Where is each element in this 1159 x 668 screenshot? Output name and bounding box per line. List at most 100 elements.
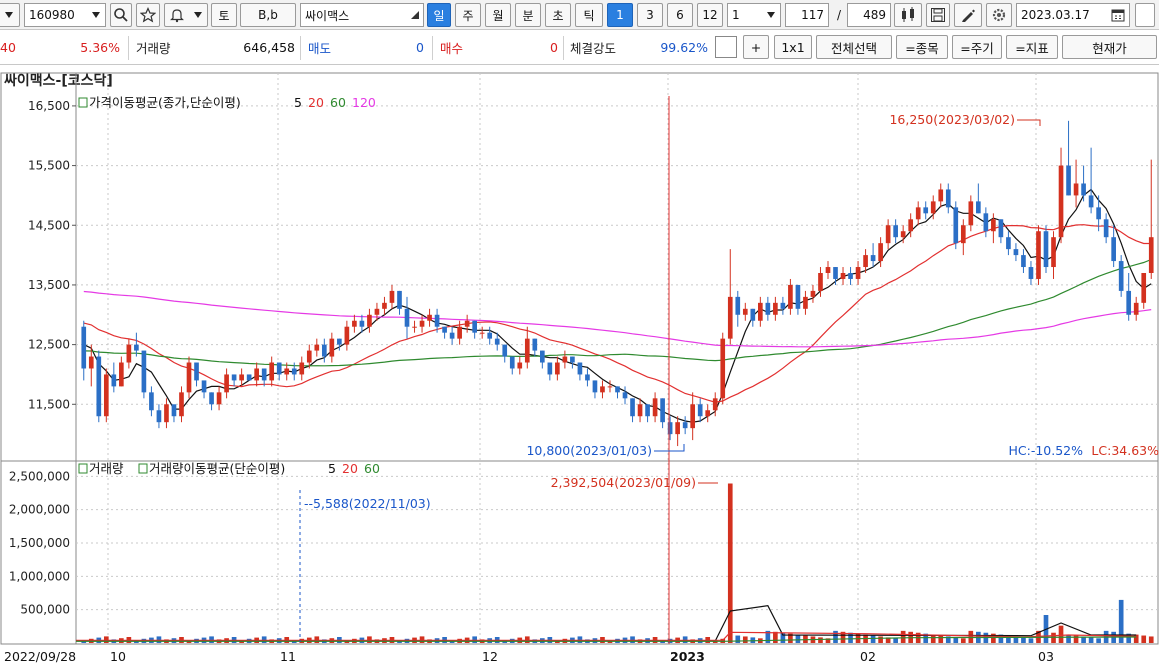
volume-bar — [1058, 625, 1064, 643]
ma-legend-item: 120 — [352, 95, 376, 110]
quick-num-6[interactable]: 6 — [667, 3, 693, 27]
alarm-button[interactable] — [164, 3, 208, 27]
chart-option-checkbox[interactable] — [715, 36, 737, 58]
volume-bar — [156, 636, 162, 643]
quick-num-12[interactable]: 12 — [697, 3, 723, 27]
candle-body — [382, 302, 387, 309]
period-minute[interactable]: 분 — [515, 3, 541, 27]
stock-code-input[interactable]: 160980 — [24, 3, 106, 27]
total-value: 489 — [863, 8, 886, 22]
candle-body — [630, 398, 635, 417]
candle-body — [291, 368, 297, 375]
candle-body — [337, 338, 342, 345]
cycle-button[interactable]: =주기 — [952, 35, 1002, 59]
select-all-button[interactable]: 전체선택 — [816, 35, 892, 59]
total-input[interactable]: 489 — [847, 3, 891, 27]
lc-annotation: LC:34.63% — [1091, 443, 1159, 458]
stock-name-value: 싸이맥스 — [305, 8, 350, 23]
vol-ma-legend-item: 5 — [328, 461, 336, 476]
candle-body — [329, 338, 335, 357]
indicator-button[interactable]: =지표 — [1006, 35, 1058, 59]
save-button[interactable] — [926, 3, 950, 27]
plus-button[interactable]: + — [743, 35, 769, 59]
volume-tick-label: 2,500,000 — [9, 469, 70, 483]
stock-code-value: 160980 — [29, 8, 75, 22]
item-button[interactable]: =종목 — [896, 35, 948, 59]
settings-button[interactable] — [986, 3, 1012, 27]
candle-body — [645, 404, 650, 417]
quick-num-1[interactable]: 1 — [607, 3, 633, 27]
candle-body — [186, 362, 192, 393]
candle-body — [878, 243, 883, 262]
volume-bar — [630, 636, 635, 643]
period-day[interactable]: 일 — [427, 3, 451, 27]
candle-body — [1088, 195, 1094, 208]
price-change-value: 40 — [0, 39, 16, 55]
candle-body — [938, 189, 944, 202]
candle-body — [788, 284, 793, 309]
candle-body — [524, 338, 530, 363]
volume-ma-legend-label: 거래량이동평균(단순이평) — [149, 461, 285, 476]
volume-bar — [1096, 638, 1101, 643]
candle-body — [855, 267, 861, 279]
chevron-down-icon — [767, 12, 775, 18]
candle-body — [171, 404, 177, 417]
period-month[interactable]: 월 — [485, 3, 511, 27]
price-legend-label: 가격이동평균(종가,단순이평) — [89, 95, 241, 110]
stock-chart[interactable]: 16,500 15,500 14,500 13,500 12,500 11,500 2,50… — [0, 68, 1159, 668]
candle-body — [231, 374, 237, 381]
calendar-icon — [1111, 9, 1125, 22]
candle-body — [697, 404, 703, 417]
candle-body — [434, 314, 440, 327]
candle-body — [727, 296, 733, 339]
candle-body — [1073, 183, 1079, 196]
candle-body — [660, 398, 665, 423]
candle-body — [502, 344, 508, 357]
current-price-button[interactable]: 현재가 — [1062, 35, 1157, 59]
to-button[interactable]: 토 — [211, 3, 237, 27]
ma120-line — [83, 290, 1152, 348]
candle-body — [968, 201, 974, 226]
period-second[interactable]: 초 — [545, 3, 571, 27]
ratio-button[interactable]: 1x1 — [774, 35, 812, 59]
price-tick-label: 13,500 — [28, 278, 70, 292]
draw-button[interactable] — [954, 3, 982, 27]
date-input[interactable]: 2023.03.17 — [1016, 3, 1130, 27]
candle-body — [712, 398, 718, 411]
candle-body — [141, 350, 147, 393]
candle-body — [239, 374, 244, 381]
period-week[interactable]: 주 — [455, 3, 481, 27]
candle-body — [600, 386, 605, 393]
candle-body — [983, 213, 989, 232]
dropdown-arrow-left[interactable] — [0, 3, 20, 27]
bb-button[interactable]: B,b — [240, 3, 296, 27]
candle-body — [945, 189, 951, 208]
option-checkbox[interactable] — [1135, 3, 1155, 27]
sell-value: 0 — [416, 39, 424, 55]
candle-body — [622, 392, 628, 399]
price-tick-label: 14,500 — [28, 218, 70, 232]
count-input[interactable]: 117 — [785, 3, 829, 27]
candle-body — [344, 326, 350, 345]
candle-body — [367, 314, 372, 327]
candle-body — [562, 356, 568, 363]
candle-body — [607, 386, 613, 388]
buy-label: 매수 — [440, 40, 464, 56]
candle-body — [570, 356, 575, 363]
unit-select[interactable]: 1 — [727, 3, 781, 27]
candle-body — [690, 404, 696, 429]
candle-body — [306, 350, 312, 363]
search-button[interactable] — [110, 3, 132, 27]
ma-legend-item: 60 — [330, 95, 346, 110]
date-value: 2023.03.17 — [1021, 8, 1090, 22]
favorite-button[interactable] — [136, 3, 160, 27]
candle-type-button[interactable] — [894, 3, 922, 27]
candle-body — [735, 296, 741, 315]
quick-num-3[interactable]: 3 — [637, 3, 663, 27]
count-value: 117 — [801, 8, 824, 22]
volume-bar — [1051, 632, 1056, 643]
volume-tick-label: 500,000 — [20, 603, 70, 617]
period-tick[interactable]: 틱 — [575, 3, 603, 27]
vol-ma-legend-item: 20 — [342, 461, 358, 476]
stock-name-field[interactable]: 싸이맥스 — [300, 3, 424, 27]
